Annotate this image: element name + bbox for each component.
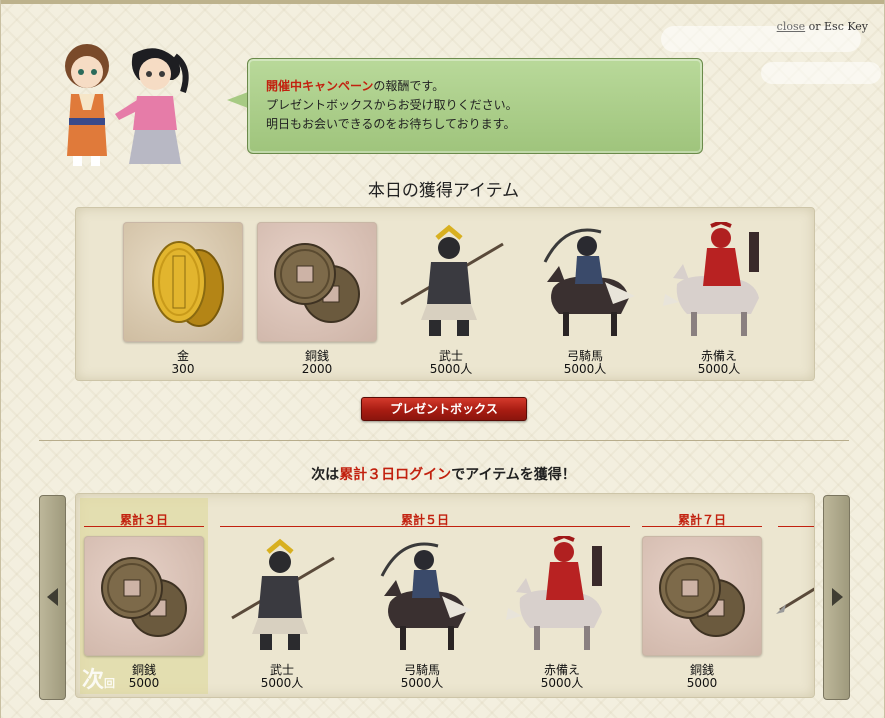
speech-line-1-rest: の報酬です。 xyxy=(373,79,445,93)
samurai-unit-icon xyxy=(222,536,342,656)
item-qty: 5000 xyxy=(686,676,718,690)
close-hint-text: or Esc Key xyxy=(805,20,868,33)
guide-characters-icon xyxy=(65,44,189,166)
speech-bubble: 開催中キャンペーンの報酬です。 プレゼントボックスからお受け取りください。 明日… xyxy=(247,58,703,154)
item-qty: 5000人 xyxy=(697,362,741,376)
today-item-red-armor: 赤備え 5000人 xyxy=(659,219,779,376)
item-qty: 5000人 xyxy=(540,676,584,690)
item-qty: 5000 xyxy=(128,676,160,690)
next-reward-title: 次は累計３日ログインでアイテムを獲得！ xyxy=(1,464,884,484)
item-qty: 300 xyxy=(171,362,195,376)
top-border xyxy=(1,0,884,4)
day-line-next xyxy=(778,526,814,527)
next-title-highlight: 累計３日ログイン xyxy=(339,467,452,483)
speech-line-3: 明日もお会いできるのをお待ちしております。 xyxy=(266,117,516,131)
close-link[interactable]: close xyxy=(777,20,805,33)
speech-line-2: プレゼントボックスからお受け取りください。 xyxy=(266,98,518,112)
next-item-samurai: 武士 5000人 xyxy=(222,536,342,690)
next-title-prefix: 次は xyxy=(311,467,340,483)
next-title-suffix: でアイテムを獲得！ xyxy=(451,467,576,483)
today-item-samurai: 武士 5000人 xyxy=(391,222,511,376)
gold-koban-icon xyxy=(123,222,243,342)
copper-coin-icon xyxy=(257,222,377,342)
chevron-left-icon xyxy=(47,588,58,606)
copper-coin-icon xyxy=(642,536,762,656)
next-item-copper-7: 銅銭 5000 xyxy=(642,536,762,690)
day-line-3 xyxy=(84,526,204,527)
copper-coin-icon xyxy=(84,536,204,656)
today-items-panel: 金 300 銅銭 2000 武士 5000人 弓騎馬 5000人 赤備え 500… xyxy=(75,207,815,381)
speech-text: 開催中キャンペーンの報酬です。 プレゼントボックスからお受け取りください。 明日… xyxy=(266,77,518,134)
horse-archer-unit-icon xyxy=(362,536,482,656)
samurai-unit-icon xyxy=(391,222,511,342)
partial-spear-icon xyxy=(776,587,814,614)
login-bonus-dialog: close or Esc Key 開催中キャンペーンの報酬です。 プレゼントボッ… xyxy=(0,0,885,718)
item-qty: 5000人 xyxy=(260,676,304,690)
item-qty: 5000人 xyxy=(429,362,473,376)
upcoming-items-panel: 次回 累計３日 累計５日 累計７日 銅銭 5000 武士 5000人 弓騎馬 5… xyxy=(75,493,815,698)
next-item-horse-archer: 弓騎馬 5000人 xyxy=(362,536,482,690)
day-line-5 xyxy=(220,526,630,527)
speech-line-1: 開催中キャンペーンの報酬です。 xyxy=(266,77,518,96)
day-line-7 xyxy=(642,526,762,527)
next-item-red-armor: 赤備え 5000人 xyxy=(502,533,622,690)
speech-bubble-tail xyxy=(227,92,248,108)
horse-archer-unit-icon xyxy=(525,222,645,342)
campaign-name: 開催中キャンペーン xyxy=(266,79,374,93)
red-armor-cavalry-icon xyxy=(502,533,622,656)
red-armor-cavalry-icon xyxy=(659,219,779,342)
today-item-gold: 金 300 xyxy=(123,222,243,376)
close-hint: close or Esc Key xyxy=(777,20,868,33)
item-qty: 5000人 xyxy=(563,362,607,376)
cloud-decoration xyxy=(761,62,881,84)
scroll-right-button[interactable] xyxy=(823,495,850,700)
scroll-left-button[interactable] xyxy=(39,495,66,700)
today-item-horse-archer: 弓騎馬 5000人 xyxy=(525,222,645,376)
today-title: 本日の獲得アイテム xyxy=(367,181,520,201)
present-box-button[interactable]: プレゼントボックス xyxy=(361,397,527,421)
girl-left-icon xyxy=(65,44,109,166)
today-item-copper: 銅銭 2000 xyxy=(257,222,377,376)
chevron-right-icon xyxy=(832,588,843,606)
next-item-copper-3: 銅銭 5000 xyxy=(84,536,204,690)
item-qty: 5000人 xyxy=(400,676,444,690)
section-divider xyxy=(39,440,849,441)
item-qty: 2000 xyxy=(301,362,333,376)
girl-right-icon xyxy=(115,48,189,164)
